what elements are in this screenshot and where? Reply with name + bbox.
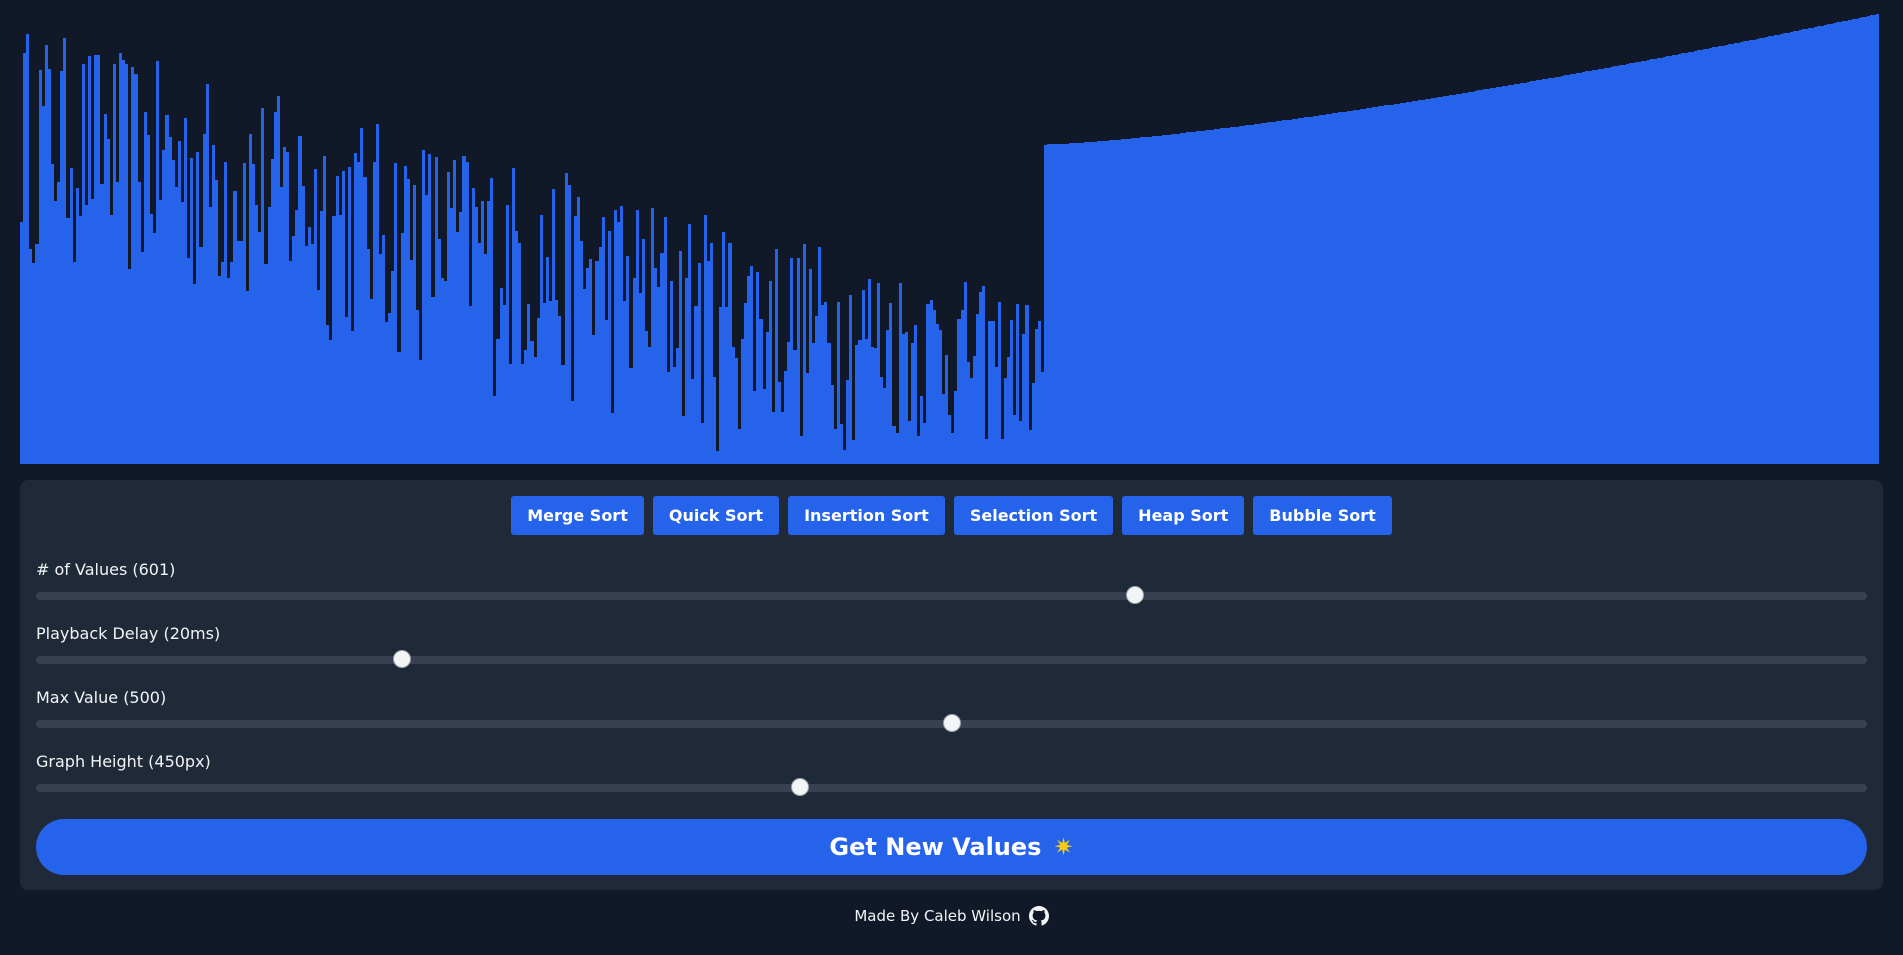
max-value-slider[interactable] — [36, 714, 1867, 732]
get-new-values-button[interactable]: Get New Values ✷ — [36, 819, 1867, 875]
playback-delay-slider-thumb[interactable] — [393, 650, 412, 668]
insertion-sort-button[interactable]: Insertion Sort — [788, 496, 945, 535]
graph-bar — [849, 295, 853, 464]
max-value-slider-group: Max Value (500) — [36, 688, 1867, 732]
star-icon: ✷ — [1053, 833, 1074, 861]
num-values-label: # of Values (601) — [36, 560, 176, 579]
quick-sort-button[interactable]: Quick Sort — [652, 496, 780, 535]
get-new-values-label: Get New Values — [829, 833, 1042, 861]
graph-bar — [982, 286, 986, 464]
bar-graph — [20, 14, 1883, 464]
graph-height-slider[interactable] — [36, 778, 1867, 796]
num-values-slider-thumb[interactable] — [1125, 586, 1144, 604]
num-values-slider[interactable] — [36, 586, 1867, 604]
footer-credit: Made By Caleb Wilson — [854, 907, 1021, 925]
max-value-label: Max Value (500) — [36, 688, 167, 707]
graph-height-slider-thumb[interactable] — [790, 778, 809, 796]
graph-height-label: Graph Height (450px) — [36, 752, 211, 771]
graph-bar — [796, 258, 800, 464]
playback-delay-slider-group: Playback Delay (20ms) — [36, 624, 1867, 668]
max-value-slider-thumb[interactable] — [942, 714, 961, 732]
graph-height-slider-group: Graph Height (450px) — [36, 752, 1867, 796]
num-values-slider-group: # of Values (601) — [36, 560, 1867, 604]
playback-delay-label: Playback Delay (20ms) — [36, 624, 221, 643]
selection-sort-button[interactable]: Selection Sort — [953, 496, 1114, 535]
controls-panel: Merge Sort Quick Sort Insertion Sort Sel… — [20, 480, 1883, 890]
graph-bar — [1876, 14, 1880, 464]
heap-sort-button[interactable]: Heap Sort — [1122, 496, 1245, 535]
playback-delay-slider[interactable] — [36, 650, 1867, 668]
footer: Made By Caleb Wilson — [0, 906, 1903, 926]
sort-buttons: Merge Sort Quick Sort Insertion Sort Sel… — [20, 496, 1883, 535]
merge-sort-button[interactable]: Merge Sort — [511, 496, 644, 535]
bubble-sort-button[interactable]: Bubble Sort — [1253, 496, 1392, 535]
github-icon[interactable] — [1028, 906, 1049, 926]
